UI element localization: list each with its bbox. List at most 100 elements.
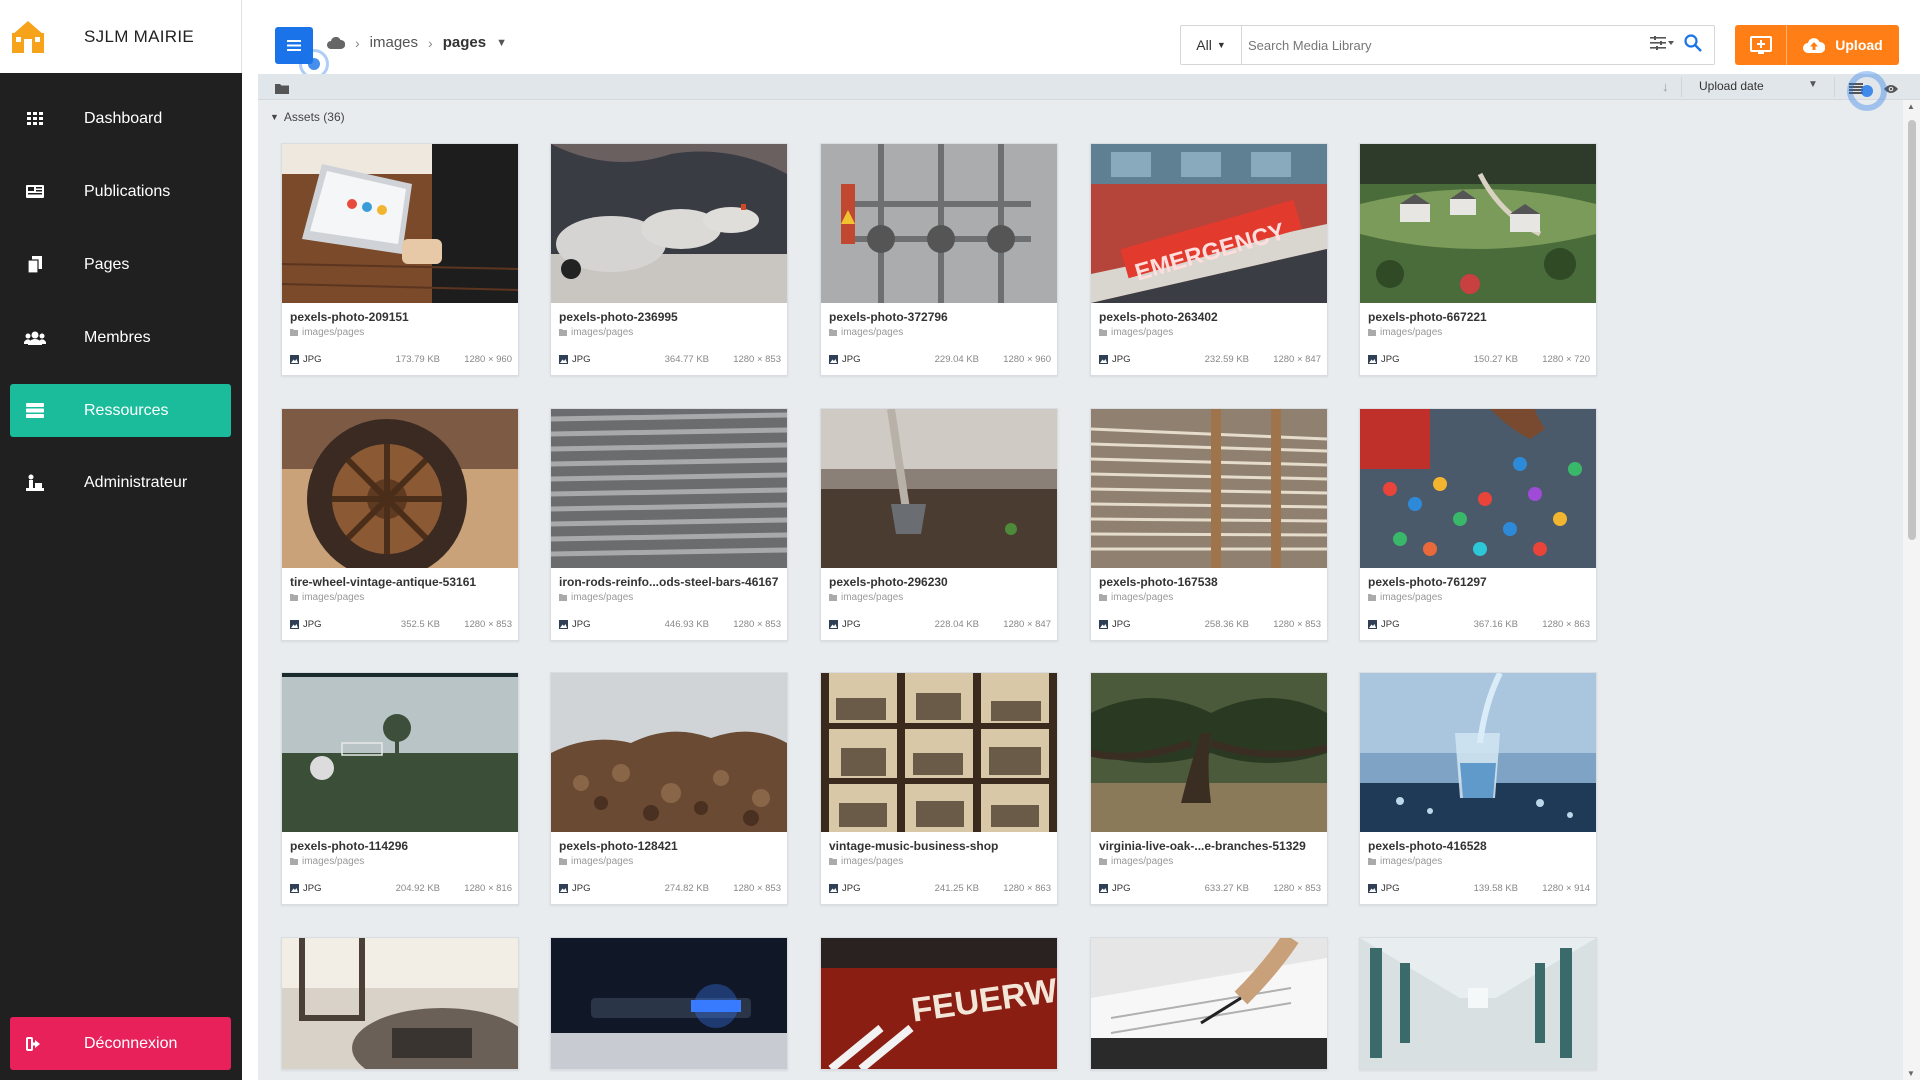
caret-down-icon[interactable]: ▼: [496, 37, 507, 49]
asset-dimensions: 1280 × 853: [733, 883, 781, 894]
logout-button[interactable]: Déconnexion: [10, 1017, 231, 1070]
asset-size: 173.79 KB: [395, 354, 440, 365]
asset-path: images/pages: [1099, 592, 1173, 603]
asset-folder: images/pages: [1111, 592, 1174, 603]
asset-thumbnail[interactable]: [551, 144, 787, 303]
asset-folder: images/pages: [302, 592, 365, 603]
asset-card[interactable]: pexels-photo-167538 images/pages JPG 258…: [1090, 408, 1328, 641]
breadcrumb-images[interactable]: images: [370, 34, 418, 51]
asset-thumbnail[interactable]: [551, 938, 787, 1069]
asset-size: 204.92 KB: [395, 883, 440, 894]
asset-card[interactable]: pexels-photo-296230 images/pages JPG 228…: [820, 408, 1058, 641]
asset-name: pexels-photo-667221: [1368, 310, 1487, 324]
top-bar: › images › pages ▼ All ▼ Upload: [242, 0, 1920, 79]
asset-card[interactable]: vintage-music-business-shop images/pages…: [820, 672, 1058, 905]
asset-thumbnail[interactable]: [821, 409, 1057, 568]
sidebar-item-pages[interactable]: Pages: [10, 238, 231, 291]
import-button[interactable]: [1735, 25, 1787, 65]
sort-select[interactable]: Upload date: [1699, 79, 1764, 93]
image-icon: [290, 620, 299, 629]
asset-thumbnail[interactable]: [282, 409, 518, 568]
asset-thumbnail[interactable]: [282, 673, 518, 832]
breadcrumb-current[interactable]: pages: [443, 34, 486, 51]
asset-size: 229.04 KB: [934, 354, 979, 365]
sort-direction-icon[interactable]: ↓: [1662, 79, 1669, 94]
sidebar-item-ressources[interactable]: Ressources: [10, 384, 231, 437]
asset-card[interactable]: pexels-photo-114296 images/pages JPG 204…: [281, 672, 519, 905]
image-icon: [559, 884, 568, 893]
sidebar-item-administrateur[interactable]: Administrateur: [10, 456, 231, 509]
asset-meta: JPG 228.04 KB 1280 × 847: [829, 619, 1051, 630]
folder-icon: [559, 858, 567, 865]
asset-meta: JPG 204.92 KB 1280 × 816: [290, 883, 512, 894]
asset-thumbnail[interactable]: [551, 409, 787, 568]
sidebar-item-publications[interactable]: Publications: [10, 165, 231, 218]
asset-size: 228.04 KB: [934, 619, 979, 630]
asset-thumbnail[interactable]: [1360, 144, 1596, 303]
asset-thumbnail[interactable]: [1091, 938, 1327, 1069]
asset-folder: images/pages: [1111, 327, 1174, 338]
caret-down-icon[interactable]: ▼: [1808, 79, 1818, 90]
asset-thumbnail[interactable]: [282, 938, 518, 1069]
scroll-up-icon[interactable]: ▲: [1907, 102, 1915, 111]
asset-card[interactable]: pexels-photo-416528 images/pages JPG 139…: [1359, 672, 1597, 905]
app-name: SJLM MAIRIE: [84, 26, 195, 46]
asset-card[interactable]: [281, 937, 519, 1070]
asset-thumbnail[interactable]: [1360, 673, 1596, 832]
sidebar-item-dashboard[interactable]: Dashboard: [10, 92, 231, 145]
scrollbar-thumb[interactable]: [1908, 120, 1916, 540]
folder-icon[interactable]: [275, 81, 289, 99]
asset-size: 274.82 KB: [664, 883, 709, 894]
asset-name: vintage-music-business-shop: [829, 839, 999, 853]
filter-settings-icon[interactable]: [1650, 35, 1674, 55]
asset-thumbnail[interactable]: [1091, 409, 1327, 568]
asset-meta: JPG 241.25 KB 1280 × 863: [829, 883, 1051, 894]
folder-icon: [559, 329, 567, 336]
asset-card[interactable]: EMERGENCY pexels-photo-263402 images/pag…: [1090, 143, 1328, 376]
asset-dimensions: 1280 × 853: [464, 619, 512, 630]
search-input[interactable]: [1242, 37, 1650, 53]
asset-card[interactable]: iron-rods-reinfo...ods-steel-bars-46167 …: [550, 408, 788, 641]
asset-meta: JPG 446.93 KB 1280 × 853: [559, 619, 781, 630]
asset-size: 633.27 KB: [1204, 883, 1249, 894]
search-icon[interactable]: [1684, 33, 1702, 57]
search-filter-select[interactable]: All ▼: [1181, 26, 1242, 64]
asset-card[interactable]: pexels-photo-236995 images/pages JPG 364…: [550, 143, 788, 376]
asset-card[interactable]: pexels-photo-209151 images/pages JPG 173…: [281, 143, 519, 376]
sidebar-item-membres[interactable]: Membres: [10, 311, 231, 364]
asset-thumbnail[interactable]: [821, 144, 1057, 303]
sidebar-item-label: Publications: [84, 182, 171, 200]
assets-section-header[interactable]: ▼ Assets (36): [270, 110, 345, 124]
scrollbar[interactable]: ▲ ▼: [1903, 100, 1920, 1080]
asset-thumbnail[interactable]: [1360, 409, 1596, 568]
asset-type-label: JPG: [1381, 354, 1400, 365]
asset-card[interactable]: [1090, 937, 1328, 1070]
asset-card[interactable]: pexels-photo-761297 images/pages JPG 367…: [1359, 408, 1597, 641]
asset-card[interactable]: pexels-photo-128421 images/pages JPG 274…: [550, 672, 788, 905]
asset-card[interactable]: tire-wheel-vintage-antique-53161 images/…: [281, 408, 519, 641]
asset-card[interactable]: [550, 937, 788, 1070]
upload-button[interactable]: Upload: [1787, 25, 1899, 65]
cloud-icon[interactable]: [327, 36, 345, 49]
asset-card[interactable]: pexels-photo-667221 images/pages JPG 150…: [1359, 143, 1597, 376]
scroll-down-icon[interactable]: ▼: [1907, 1069, 1915, 1078]
asset-card[interactable]: FEUERW: [820, 937, 1058, 1070]
asset-size: 241.25 KB: [934, 883, 979, 894]
asset-thumbnail[interactable]: FEUERW: [821, 938, 1057, 1069]
asset-card[interactable]: [1359, 937, 1597, 1070]
asset-thumbnail[interactable]: [821, 673, 1057, 832]
asset-thumbnail[interactable]: [1360, 938, 1596, 1069]
sidebar-item-label: Dashboard: [84, 109, 163, 127]
asset-size: 446.93 KB: [664, 619, 709, 630]
asset-dimensions: 1280 × 720: [1542, 354, 1590, 365]
asset-thumbnail[interactable]: EMERGENCY: [1091, 144, 1327, 303]
asset-type: JPG: [829, 354, 909, 365]
asset-thumbnail[interactable]: [1091, 673, 1327, 832]
asset-folder: images/pages: [1380, 856, 1443, 867]
asset-card[interactable]: virginia-live-oak-...e-branches-51329 im…: [1090, 672, 1328, 905]
asset-meta: JPG 258.36 KB 1280 × 853: [1099, 619, 1321, 630]
caret-down-icon: ▼: [270, 112, 279, 122]
asset-thumbnail[interactable]: [282, 144, 518, 303]
asset-card[interactable]: pexels-photo-372796 images/pages JPG 229…: [820, 143, 1058, 376]
asset-thumbnail[interactable]: [551, 673, 787, 832]
